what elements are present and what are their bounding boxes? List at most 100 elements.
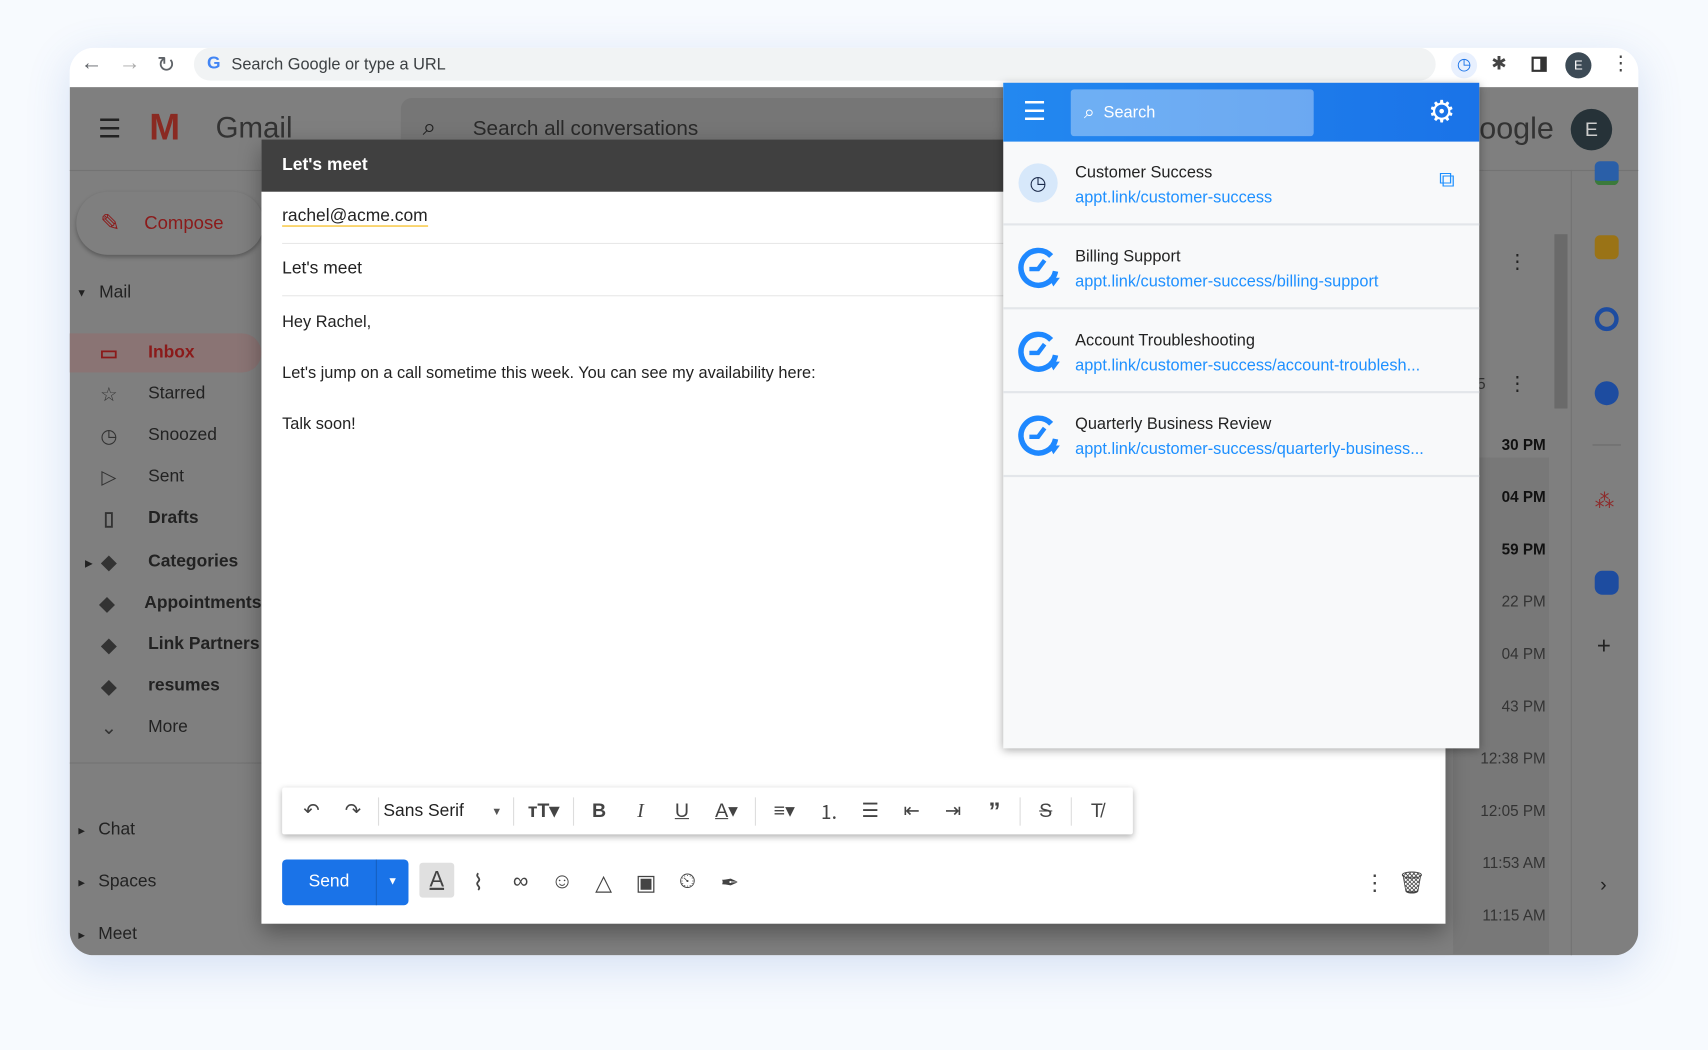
more-options-icon[interactable]: ⋮ [1508,251,1528,274]
sidebar-item-starred[interactable]: ☆ Starred [70,375,262,414]
contacts-icon[interactable] [1594,381,1619,406]
sidebar-item-label: Drafts [148,508,199,528]
list-item[interactable]: Account Troubleshooting appt.link/custom… [1003,309,1480,394]
sidebar-item-inbox[interactable]: ▭ Inbox [69,333,262,373]
bulleted-list-icon[interactable]: ☰ [850,800,891,823]
font-size-icon[interactable]: ᴛT▾ [519,800,569,823]
asana-icon[interactable]: ⁂ [1595,490,1615,513]
numbered-list-icon[interactable]: ⒈ [808,797,849,825]
label-icon: ◆ [101,633,117,656]
indent-less-icon[interactable]: ⇤ [891,800,932,823]
chevron-right-icon[interactable]: › [1600,874,1607,897]
italic-icon[interactable]: I [620,800,661,823]
compose-label: Compose [144,212,224,234]
main-menu-icon[interactable]: ☰ [98,113,121,145]
reload-icon[interactable]: ↻ [157,51,175,78]
item-link[interactable]: appt.link/customer-success/billing-suppo… [1075,272,1378,291]
address-bar[interactable]: G Search Google or type a URL [193,47,1436,81]
keep-icon[interactable] [1594,235,1619,260]
signature-pen-icon[interactable]: ✒ [713,869,746,896]
email-time: 11:53 AM [1482,854,1546,872]
add-addon-icon[interactable]: + [1597,632,1611,660]
drive-icon[interactable]: △ [587,869,620,896]
sidebar-item-categories[interactable]: ◆ Categories [70,542,262,581]
sidebar-item-sent[interactable]: ▷ Sent [70,458,262,497]
quote-icon[interactable]: ” [974,797,1015,825]
sidebar-section-meet[interactable]: ▶ Meet [70,915,262,954]
email-time: 11:15 AM [1482,906,1546,924]
dropdown-caret-icon: ▼ [491,805,503,818]
account-avatar[interactable]: E [1570,108,1613,151]
search-icon: ⌕ [422,113,437,141]
more-options-icon[interactable]: ⋮ [1508,373,1528,396]
toolbar-separator [513,796,515,826]
link-icon[interactable]: ∞ [504,869,537,894]
zoom-icon[interactable] [1594,570,1619,595]
formatting-options-icon[interactable]: A [419,862,455,898]
underline-icon[interactable]: U [661,800,702,823]
attach-icon[interactable]: ⌇ [462,869,495,896]
sidebar-item-more[interactable]: ⌄ More [70,708,262,747]
sidebar-section-spaces[interactable]: ▶ Spaces [70,863,262,902]
scrollbar-thumb[interactable] [1554,234,1568,409]
calendar-icon[interactable] [1594,161,1619,186]
discard-trash-icon[interactable]: 🗑 [1395,869,1428,896]
sidebar-item-drafts[interactable]: ▯ Drafts [70,499,262,538]
list-item[interactable]: Quarterly Business Review appt.link/cust… [1003,393,1480,478]
text-color-icon[interactable]: A▾ [703,800,751,823]
caret-down-icon: ▼ [76,287,88,300]
more-options-icon[interactable]: ⋮ [1358,869,1391,896]
sidebar-item-link-partners[interactable]: ◆ Link Partners [70,625,262,664]
compose-button[interactable]: ✎ Compose [76,191,264,255]
toolbar-separator [754,796,756,826]
send-options-caret-icon[interactable]: ▼ [375,859,409,906]
strikethrough-icon[interactable]: S [1025,800,1066,823]
popup-header: ☰ ⌕ Search ⚙ [1003,82,1480,142]
sidebar-item-label: Snoozed [148,425,217,445]
popup-search-input[interactable]: ⌕ Search [1070,89,1314,137]
send-button[interactable]: Send [282,873,376,893]
sidebar-item-snoozed[interactable]: ◷ Snoozed [70,416,262,455]
back-icon[interactable]: ← [81,51,103,76]
sidebar-item-label: Starred [148,384,206,404]
tasks-icon[interactable] [1594,307,1619,332]
list-item[interactable]: Billing Support appt.link/customer-succe… [1003,225,1480,310]
photo-icon[interactable]: ▣ [630,869,663,896]
formatting-toolbar: ↶ ↷ Sans Serif ▼ ᴛT▾ B I U A▾ ≡▾ ⒈ ☰ ⇤ ⇥ … [282,787,1133,835]
item-link[interactable]: appt.link/customer-success [1075,188,1272,207]
profile-avatar[interactable]: E [1565,52,1592,79]
remove-formatting-icon[interactable]: T̸ [1076,800,1117,823]
mail-section-label[interactable]: Mail [99,283,131,303]
gmail-logo-icon: M [149,106,181,149]
toolbar-separator [1070,796,1072,826]
popup-menu-icon[interactable]: ☰ [1023,96,1046,128]
redo-icon[interactable]: ↷ [332,800,373,823]
emoji-icon[interactable]: ☺ [546,869,579,894]
sidebar-item-appointments[interactable]: ◆ Appointments [70,584,261,623]
side-panel-icon[interactable] [1531,56,1547,72]
confidential-mode-icon[interactable]: ⏲ [671,869,704,894]
item-link[interactable]: appt.link/customer-success/quarterly-bus… [1075,440,1424,459]
bold-icon[interactable]: B [578,800,619,823]
settings-gear-icon[interactable]: ⚙ [1428,94,1455,130]
email-time: 12:38 PM [1480,749,1546,767]
inbox-icon: ▭ [99,341,119,364]
sidebar-item-label: Categories [148,552,239,571]
font-select[interactable]: Sans Serif ▼ [383,801,508,821]
sidebar-section-chat[interactable]: ▶ Chat [70,810,262,849]
sidebar-item-resumes[interactable]: ◆ resumes [70,667,262,706]
email-time: 12:05 PM [1480,801,1546,820]
indent-more-icon[interactable]: ⇥ [932,800,973,823]
extensions-puzzle-icon[interactable]: ✱ [1491,53,1507,75]
undo-icon[interactable]: ↶ [291,800,332,823]
forward-icon[interactable]: → [119,51,141,76]
align-icon[interactable]: ≡▾ [760,800,808,823]
email-time: 43 PM [1501,697,1546,715]
recipient-chip[interactable]: rachel@acme.com [282,206,428,227]
sidebar-item-label: Inbox [148,343,195,362]
item-link[interactable]: appt.link/customer-success/account-troub… [1075,356,1420,375]
copy-icon[interactable]: ⧉ [1439,168,1455,193]
browser-menu-icon[interactable]: ⋮ [1611,52,1631,75]
appointment-extension-icon[interactable]: ◷ [1450,52,1478,79]
list-item[interactable]: ◷ Customer Success appt.link/customer-su… [1003,142,1480,226]
